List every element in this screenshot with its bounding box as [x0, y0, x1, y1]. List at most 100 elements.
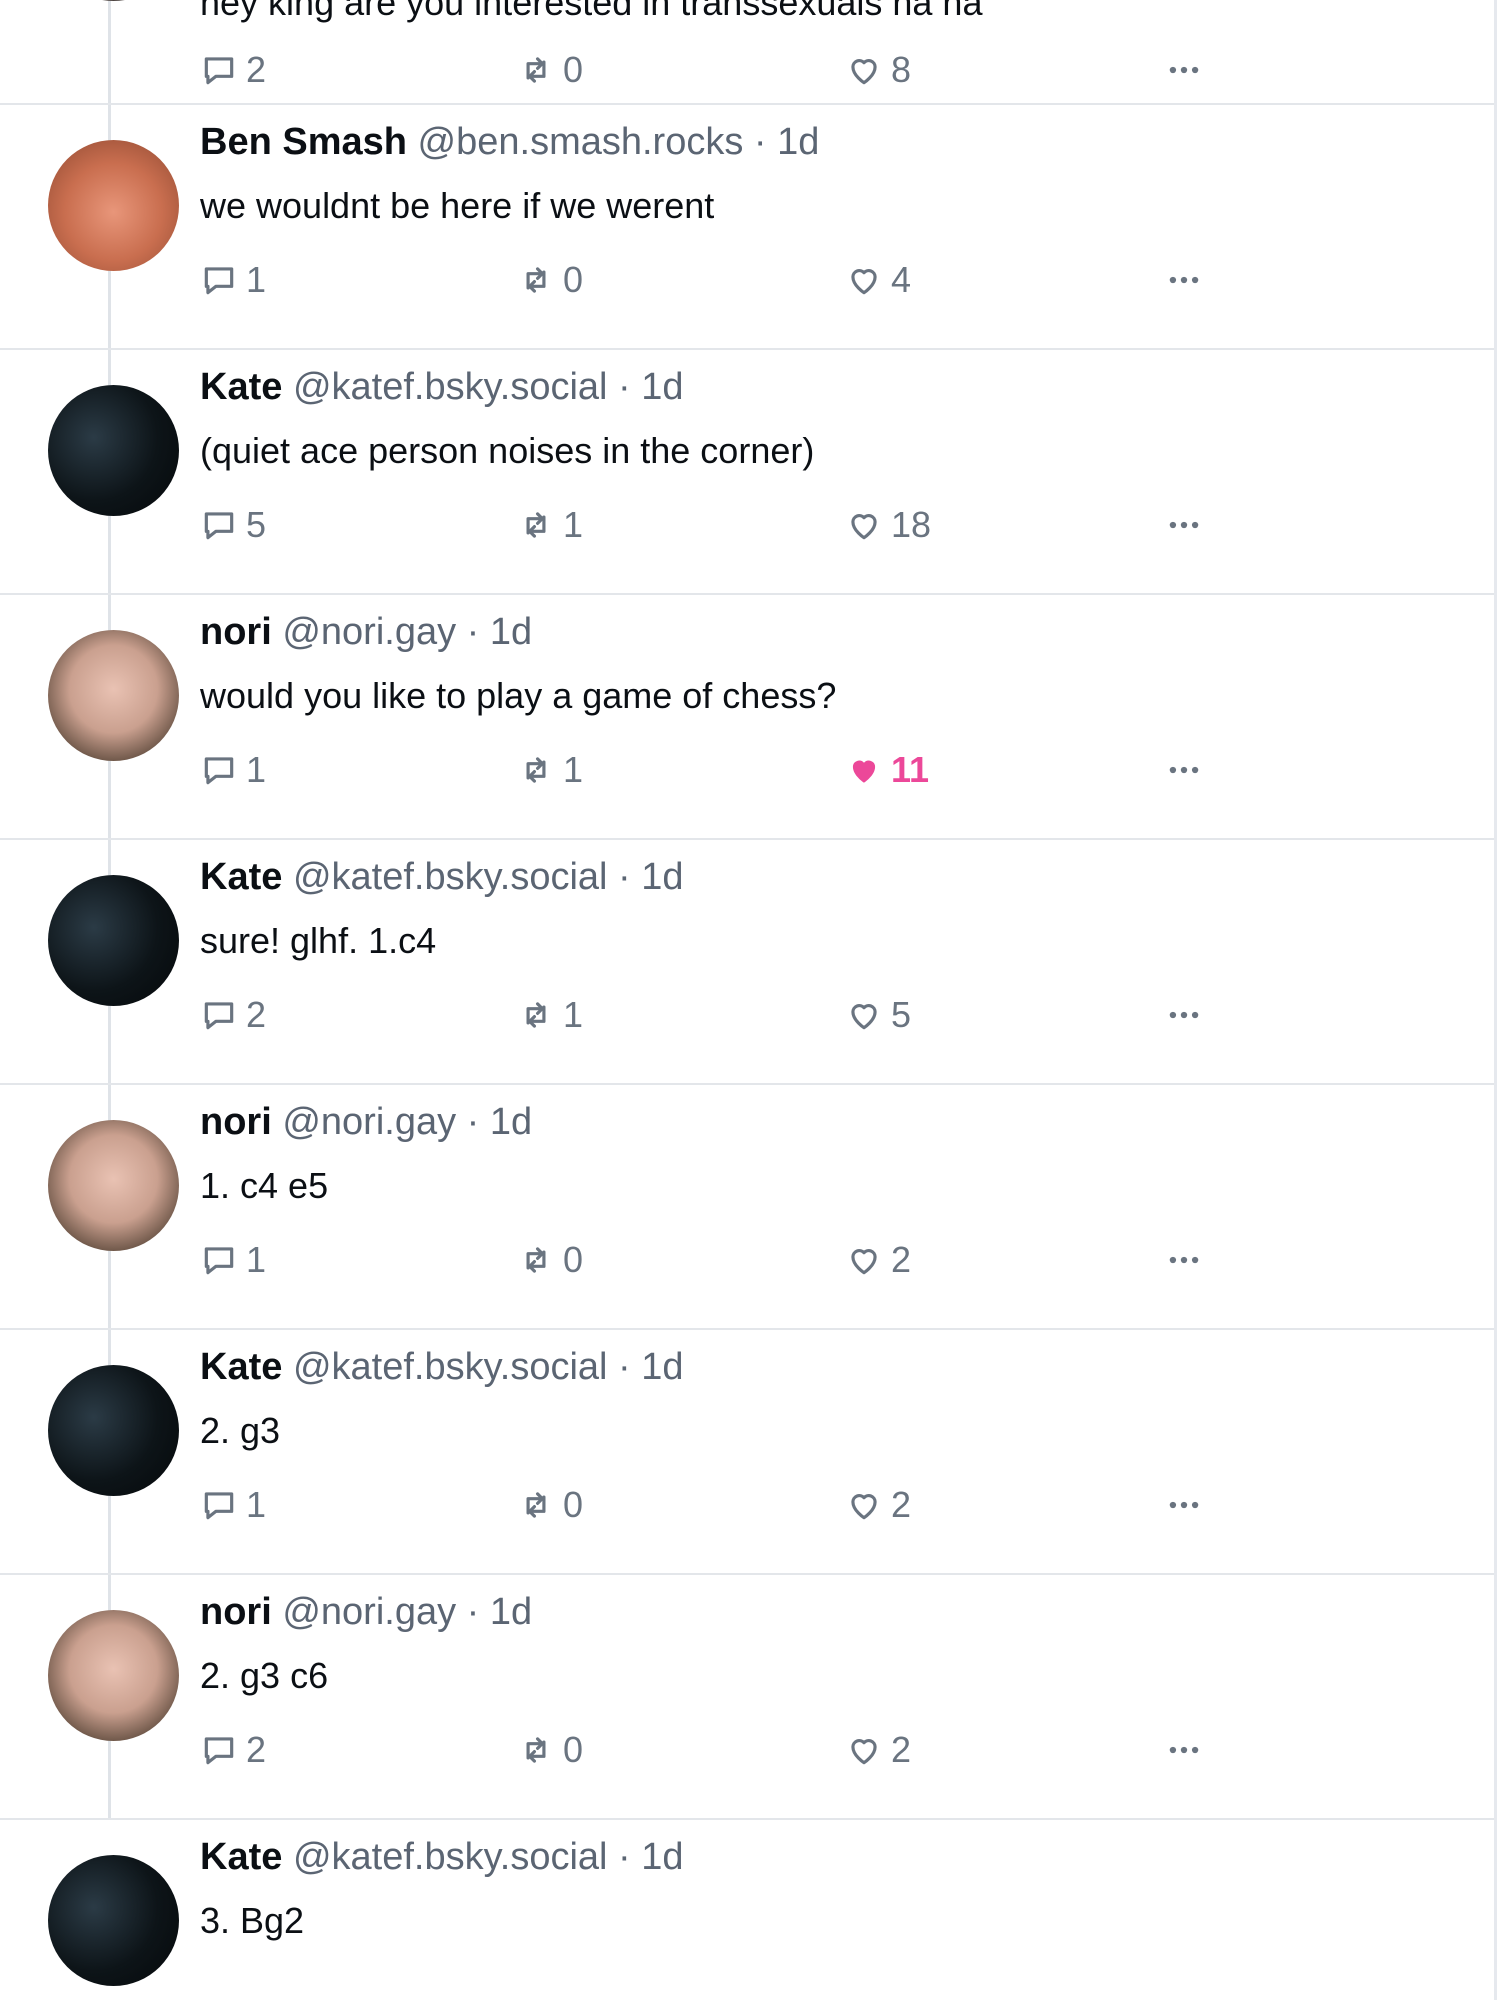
speech-bubble-icon — [200, 1731, 246, 1769]
ellipsis-icon — [1165, 1486, 1211, 1524]
like-button[interactable]: 11 — [845, 745, 929, 795]
more-options-button[interactable] — [1165, 45, 1211, 95]
reply-count: 2 — [246, 1729, 267, 1770]
reply-button[interactable]: 1 — [200, 745, 266, 795]
post[interactable]: Ben Smash @ben.smash.rocks · 1d we wouldn… — [0, 105, 1494, 350]
author-handle[interactable]: @nori.gay — [282, 611, 456, 653]
post-time[interactable]: · 1d — [618, 366, 683, 408]
reply-count: 1 — [246, 1484, 267, 1525]
post-time[interactable]: · 1d — [618, 1836, 683, 1878]
post[interactable]: Kate @katef.bsky.social · 1d sure! glhf. … — [0, 840, 1494, 1085]
like-button[interactable]: 8 — [845, 45, 911, 95]
repost-arrows-icon — [517, 1486, 563, 1524]
post-time[interactable]: · 1d — [618, 856, 683, 898]
repost-arrows-icon — [517, 996, 563, 1034]
reply-button[interactable]: 5 — [200, 500, 266, 550]
post[interactable]: Kate @katef.bsky.social · 1d 3. Bg2 — [0, 1820, 1494, 2000]
feed-right-border — [1494, 0, 1497, 2000]
avatar[interactable] — [48, 1365, 179, 1496]
avatar[interactable] — [48, 0, 179, 1]
author-name[interactable]: nori — [200, 1591, 272, 1633]
repost-button[interactable]: 1 — [517, 500, 583, 550]
reply-button[interactable]: 2 — [200, 45, 266, 95]
avatar[interactable] — [48, 630, 179, 761]
post-time[interactable]: · 1d — [754, 121, 819, 163]
post-time[interactable]: · 1d — [618, 1346, 683, 1388]
reply-count: 2 — [246, 994, 267, 1035]
avatar[interactable] — [48, 1610, 179, 1741]
post[interactable]: hey king are you interested in transsexu… — [0, 0, 1494, 105]
repost-button[interactable]: 0 — [517, 1480, 583, 1530]
like-button[interactable]: 18 — [845, 500, 931, 550]
post[interactable]: Kate @katef.bsky.social · 1d 2. g3 1 0 2 — [0, 1330, 1494, 1575]
post-actions: 1 0 4 — [200, 255, 1220, 305]
more-options-button[interactable] — [1165, 1235, 1211, 1285]
reply-button[interactable]: 1 — [200, 255, 266, 305]
post[interactable]: nori @nori.gay · 1d would you like to pla… — [0, 595, 1494, 840]
like-button[interactable]: 5 — [845, 990, 911, 1040]
post[interactable]: Kate @katef.bsky.social · 1d (quiet ace p… — [0, 350, 1494, 595]
author-handle[interactable]: @nori.gay — [282, 1101, 456, 1143]
more-options-button[interactable] — [1165, 745, 1211, 795]
author-handle[interactable]: @ben.smash.rocks — [418, 121, 744, 163]
author-name[interactable]: Kate — [200, 366, 282, 408]
more-options-button[interactable] — [1165, 255, 1211, 305]
ellipsis-icon — [1165, 996, 1211, 1034]
repost-button[interactable]: 0 — [517, 45, 583, 95]
heart-icon — [845, 1731, 891, 1769]
more-options-button[interactable] — [1165, 990, 1211, 1040]
reply-count: 2 — [246, 49, 267, 90]
author-name[interactable]: nori — [200, 611, 272, 653]
post-header: Kate @katef.bsky.social · 1d — [200, 1344, 684, 1390]
heart-icon — [845, 506, 891, 544]
repost-button[interactable]: 0 — [517, 255, 583, 305]
post-time[interactable]: · 1d — [467, 611, 532, 653]
avatar[interactable] — [48, 385, 179, 516]
author-name[interactable]: nori — [200, 1101, 272, 1143]
avatar[interactable] — [48, 1855, 179, 1986]
heart-icon — [845, 1241, 891, 1279]
like-button[interactable]: 2 — [845, 1480, 911, 1530]
more-options-button[interactable] — [1165, 1725, 1211, 1775]
author-name[interactable]: Ben Smash — [200, 121, 407, 163]
like-button[interactable]: 2 — [845, 1235, 911, 1285]
author-handle[interactable]: @katef.bsky.social — [293, 856, 608, 898]
reply-count: 5 — [246, 504, 267, 545]
repost-arrows-icon — [517, 51, 563, 89]
like-button[interactable]: 4 — [845, 255, 911, 305]
reply-button[interactable]: 1 — [200, 1235, 266, 1285]
author-handle[interactable]: @katef.bsky.social — [293, 1346, 608, 1388]
post[interactable]: nori @nori.gay · 1d 1. c4 e5 1 0 2 — [0, 1085, 1494, 1330]
author-handle[interactable]: @nori.gay — [282, 1591, 456, 1633]
post-header: Kate @katef.bsky.social · 1d — [200, 1834, 684, 1880]
post-time[interactable]: · 1d — [467, 1591, 532, 1633]
repost-button[interactable]: 1 — [517, 745, 583, 795]
repost-button[interactable]: 1 — [517, 990, 583, 1040]
post[interactable]: nori @nori.gay · 1d 2. g3 c6 2 0 2 — [0, 1575, 1494, 1820]
author-handle[interactable]: @katef.bsky.social — [293, 1836, 608, 1878]
reply-button[interactable]: 2 — [200, 1725, 266, 1775]
post-header: Kate @katef.bsky.social · 1d — [200, 364, 684, 410]
post-time[interactable]: · 1d — [467, 1101, 532, 1143]
author-handle[interactable]: @katef.bsky.social — [293, 366, 608, 408]
repost-button[interactable]: 0 — [517, 1235, 583, 1285]
like-count: 2 — [891, 1484, 912, 1525]
more-options-button[interactable] — [1165, 1480, 1211, 1530]
avatar[interactable] — [48, 1120, 179, 1251]
author-name[interactable]: Kate — [200, 1346, 282, 1388]
post-actions: 1 1 11 — [200, 745, 1220, 795]
avatar[interactable] — [48, 140, 179, 271]
author-name[interactable]: Kate — [200, 856, 282, 898]
like-count: 5 — [891, 994, 912, 1035]
reply-count: 1 — [246, 259, 267, 300]
reply-button[interactable]: 1 — [200, 1480, 266, 1530]
repost-button[interactable]: 0 — [517, 1725, 583, 1775]
like-button[interactable]: 2 — [845, 1725, 911, 1775]
more-options-button[interactable] — [1165, 500, 1211, 550]
avatar[interactable] — [48, 875, 179, 1006]
reply-button[interactable]: 2 — [200, 990, 266, 1040]
post-actions: 1 0 2 — [200, 1480, 1220, 1530]
speech-bubble-icon — [200, 261, 246, 299]
repost-arrows-icon — [517, 751, 563, 789]
author-name[interactable]: Kate — [200, 1836, 282, 1878]
